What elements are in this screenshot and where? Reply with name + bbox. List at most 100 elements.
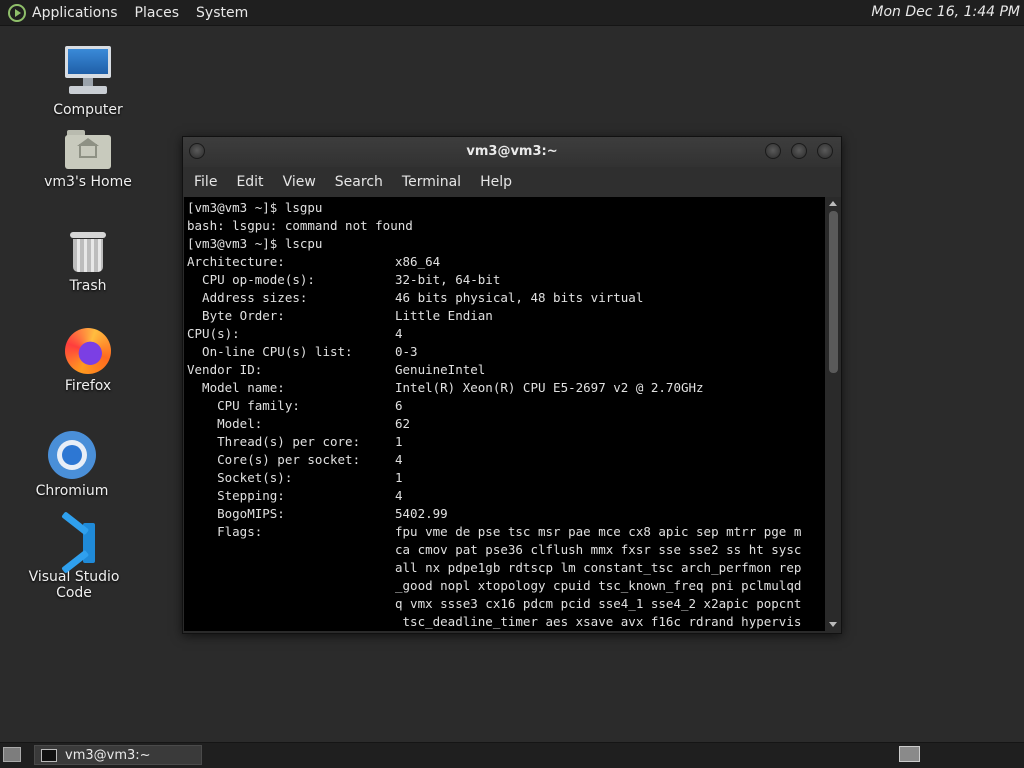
desktop-icon-home[interactable]: vm3's Home [28, 130, 148, 190]
top-menu: Applications Places System [0, 3, 265, 22]
terminal-line-value: Little Endian [395, 308, 493, 323]
desktop-icon-chromium[interactable]: Chromium [12, 431, 132, 499]
chromium-icon [48, 431, 96, 479]
terminal-line: all nx pdpe1gb rdtscp lm constant_tsc ar… [187, 559, 825, 577]
terminal-line: Flags: fpu vme de pse tsc msr pae mce cx8… [187, 523, 825, 541]
menu-help[interactable]: Help [480, 174, 512, 190]
terminal-line-key: On-line CPU(s) list: [187, 344, 353, 359]
top-panel: Applications Places System Mon Dec 16, 1… [0, 0, 1024, 26]
terminal-line-text: bash: lsgpu: command not found [187, 218, 413, 233]
terminal-line: CPU family: 6 [187, 397, 825, 415]
terminal-line: [vm3@vm3 ~]$ lsgpu [187, 199, 825, 217]
desktop-icon-trash[interactable]: Trash [28, 230, 148, 294]
menu-view[interactable]: View [283, 174, 316, 190]
terminal-line-value: 5402.99 [395, 506, 448, 521]
trash-icon [70, 230, 106, 274]
desktop-icon-label: vm3's Home [44, 174, 132, 190]
terminal-line-value: Intel(R) Xeon(R) CPU E5-2697 v2 @ 2.70GH… [395, 380, 704, 395]
scroll-up-icon[interactable] [829, 201, 837, 206]
menu-search[interactable]: Search [335, 174, 383, 190]
desktop-icon-label: Trash [69, 278, 107, 294]
desktop-icon-firefox[interactable]: Firefox [28, 328, 148, 394]
terminal-line: Vendor ID: GenuineIntel [187, 361, 825, 379]
terminal-line-value: 6 [395, 398, 403, 413]
terminal-scrollbar[interactable] [827, 197, 840, 631]
terminal-line-value: 46 bits physical, 48 bits virtual [395, 290, 644, 305]
terminal-line-key: Socket(s): [187, 470, 293, 485]
terminal-line: CPU op-mode(s): 32-bit, 64-bit [187, 271, 825, 289]
terminal-line-value: 62 [395, 416, 411, 431]
terminal-line-value: 32-bit, 64-bit [395, 272, 501, 287]
terminal-line: Architecture: x86_64 [187, 253, 825, 271]
terminal-line: [vm3@vm3 ~]$ lscpu [187, 235, 825, 253]
terminal-line-value: 4 [395, 452, 403, 467]
menu-edit[interactable]: Edit [236, 174, 263, 190]
terminal-line-key: Model: [187, 416, 263, 431]
terminal-line: BogoMIPS: 5402.99 [187, 505, 825, 523]
terminal-line-value: ca cmov pat pse36 clflush mmx fxsr sse s… [395, 542, 802, 557]
terminal-line: Byte Order: Little Endian [187, 307, 825, 325]
desktop-icon-label: Firefox [64, 378, 112, 394]
terminal-window[interactable]: vm3@vm3:~ File Edit View Search Terminal… [182, 136, 842, 634]
terminal-line: Socket(s): 1 [187, 469, 825, 487]
terminal-line-key: Address sizes: [187, 290, 308, 305]
scroll-down-icon[interactable] [829, 622, 837, 627]
terminal-line: Core(s) per socket: 4 [187, 451, 825, 469]
desktop-icon-vscode[interactable]: Visual Studio Code [14, 511, 134, 601]
menu-system[interactable]: System [196, 5, 248, 21]
terminal-line-text: [vm3@vm3 ~]$ lsgpu [187, 200, 323, 215]
terminal-line-key: Architecture: [187, 254, 285, 269]
terminal-line: Thread(s) per core: 1 [187, 433, 825, 451]
terminal-line-key: Thread(s) per core: [187, 434, 361, 449]
menu-applications[interactable]: Applications [32, 5, 118, 21]
terminal-line-value: 1 [395, 434, 403, 449]
taskbar-item-terminal[interactable]: vm3@vm3:~ [34, 745, 202, 765]
desktop-icon-label: Chromium [35, 483, 109, 499]
terminal-line: Stepping: 4 [187, 487, 825, 505]
terminal-menubar: File Edit View Search Terminal Help [183, 167, 841, 197]
terminal-line-key: Stepping: [187, 488, 285, 503]
menu-places[interactable]: Places [135, 5, 180, 21]
desktop-icon-label: Computer [53, 102, 123, 118]
terminal-line: bash: lsgpu: command not found [187, 217, 825, 235]
show-desktop-icon[interactable] [3, 747, 21, 762]
home-folder-icon [65, 130, 111, 170]
maximize-button[interactable] [791, 143, 807, 159]
terminal-line-value: tsc_deadline_timer aes xsave avx f16c rd… [395, 614, 802, 629]
terminal-line-key: CPU family: [187, 398, 300, 413]
terminal-line-value: _good nopl xtopology cpuid tsc_known_fre… [395, 578, 802, 593]
desktop-icon-label: Visual Studio Code [28, 569, 120, 601]
terminal-line-value: GenuineIntel [395, 362, 486, 377]
terminal-line-value: x86_64 [395, 254, 441, 269]
terminal-line-value: q vmx ssse3 cx16 pdcm pcid sse4_1 sse4_2… [395, 596, 802, 611]
menu-file[interactable]: File [194, 174, 217, 190]
workspace-switcher-icon[interactable] [899, 746, 920, 762]
terminal-output[interactable]: [vm3@vm3 ~]$ lsgpu bash: lsgpu: command n… [184, 197, 825, 631]
terminal-line-text: [vm3@vm3 ~]$ lscpu [187, 236, 323, 251]
close-button[interactable] [817, 143, 833, 159]
clock[interactable]: Mon Dec 16, 1:44 PM [871, 4, 1020, 20]
minimize-button[interactable] [765, 143, 781, 159]
bottom-panel: vm3@vm3:~ [0, 742, 1024, 768]
terminal-line-value: 4 [395, 326, 403, 341]
applications-logo-icon[interactable] [8, 3, 26, 22]
terminal-line-value: 1 [395, 470, 403, 485]
terminal-line-key: Model name: [187, 380, 285, 395]
window-title: vm3@vm3:~ [466, 144, 558, 159]
desktop-icon-computer[interactable]: Computer [28, 46, 148, 118]
terminal-line-key: CPU op-mode(s): [187, 272, 315, 287]
computer-icon [63, 46, 113, 98]
window-titlebar[interactable]: vm3@vm3:~ [183, 137, 841, 167]
firefox-icon [65, 328, 111, 374]
terminal-line: q vmx ssse3 cx16 pdcm pcid sse4_1 sse4_2… [187, 595, 825, 613]
terminal-line: _good nopl xtopology cpuid tsc_known_fre… [187, 577, 825, 595]
terminal-line-value: fpu vme de pse tsc msr pae mce cx8 apic … [395, 524, 802, 539]
terminal-line: ca cmov pat pse36 clflush mmx fxsr sse s… [187, 541, 825, 559]
terminal-line-value: all nx pdpe1gb rdtscp lm constant_tsc ar… [395, 560, 802, 575]
scrollbar-thumb[interactable] [829, 211, 838, 373]
terminal-line-key: Vendor ID: [187, 362, 263, 377]
terminal-line-key: Byte Order: [187, 308, 285, 323]
terminal-line-value: 4 [395, 488, 403, 503]
menu-terminal[interactable]: Terminal [402, 174, 461, 190]
terminal-line-value: 0-3 [395, 344, 418, 359]
